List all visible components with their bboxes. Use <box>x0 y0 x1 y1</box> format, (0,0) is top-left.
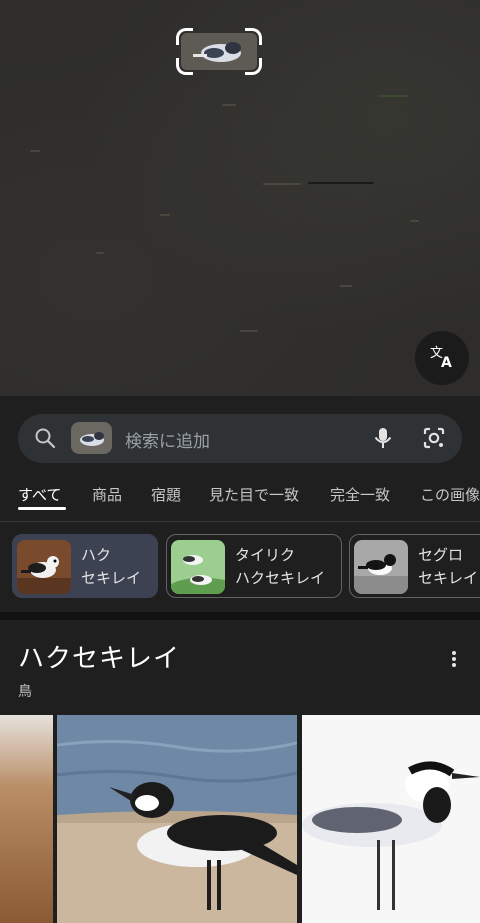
chip-hakusekirei[interactable]: ハク セキレイ <box>12 534 158 598</box>
tabs-divider <box>0 521 480 522</box>
translate-icon: 文 A <box>428 342 456 374</box>
mic-icon[interactable] <box>370 425 396 455</box>
photo-texture <box>308 182 374 184</box>
suggestion-chips: ハク セキレイ タイリク ハクセキレイ セグロ セキレイ <box>0 534 480 600</box>
active-tab-indicator <box>18 507 66 510</box>
more-vert-icon[interactable] <box>444 649 464 669</box>
result-tabs: すべて 商品 宿題 見た目で一致 完全一致 この画像 <box>0 478 480 522</box>
knowledge-subtitle: 鳥 <box>18 684 32 700</box>
search-image-thumbnail[interactable] <box>71 422 112 454</box>
chip-label: ハク セキレイ <box>81 546 142 587</box>
chip-bird-image <box>354 540 408 594</box>
carousel-image[interactable] <box>302 715 480 923</box>
search-input[interactable]: 検索に追加 <box>125 427 210 452</box>
tab-about-this-image[interactable]: この画像 <box>420 484 480 505</box>
translate-button[interactable]: 文 A <box>415 331 469 385</box>
carousel-image[interactable] <box>0 715 53 923</box>
crop-handle-top-right[interactable] <box>245 28 262 45</box>
image-carousel <box>0 715 480 923</box>
section-separator <box>0 612 480 620</box>
lens-photo-area[interactable]: 文 A <box>0 0 480 396</box>
search-icon <box>34 427 56 453</box>
tab-homework[interactable]: 宿題 <box>151 484 181 505</box>
tab-products[interactable]: 商品 <box>92 484 122 505</box>
photo-texture <box>96 252 104 254</box>
chip-label: セグロ セキレイ <box>418 546 479 587</box>
photo-texture <box>160 214 170 216</box>
svg-text:A: A <box>441 355 452 370</box>
chip-label: タイリク ハクセキレイ <box>235 546 326 587</box>
results-sheet: 検索に追加 すべて 商品 宿題 見た目で一致 完全一致 この画像 ハク セキレイ… <box>0 396 480 923</box>
crop-handle-top-left[interactable] <box>176 28 193 45</box>
photo-texture <box>263 183 301 185</box>
search-bar[interactable]: 検索に追加 <box>18 414 462 463</box>
chip-tairiku-hakusekirei[interactable]: タイリク ハクセキレイ <box>166 534 342 598</box>
chip-bird-image <box>17 540 71 594</box>
tab-all[interactable]: すべて <box>18 484 61 505</box>
tab-exact-matches[interactable]: 完全一致 <box>330 484 390 505</box>
crop-handle-bottom-left[interactable] <box>176 58 193 75</box>
chip-seguro-sekirei[interactable]: セグロ セキレイ <box>349 534 480 598</box>
knowledge-title: ハクセキレイ <box>18 644 181 674</box>
photo-texture <box>240 330 258 332</box>
tab-visual-matches[interactable]: 見た目で一致 <box>209 484 299 505</box>
selection-crop-box[interactable] <box>176 28 262 75</box>
carousel-image[interactable] <box>57 715 297 923</box>
photo-texture <box>30 150 40 152</box>
photo-texture <box>378 95 408 97</box>
lens-camera-icon[interactable] <box>421 425 447 455</box>
crop-handle-bottom-right[interactable] <box>245 58 262 75</box>
photo-texture <box>340 285 352 287</box>
photo-texture <box>222 104 236 106</box>
photo-texture <box>410 220 419 222</box>
chip-bird-illustration <box>171 540 225 594</box>
